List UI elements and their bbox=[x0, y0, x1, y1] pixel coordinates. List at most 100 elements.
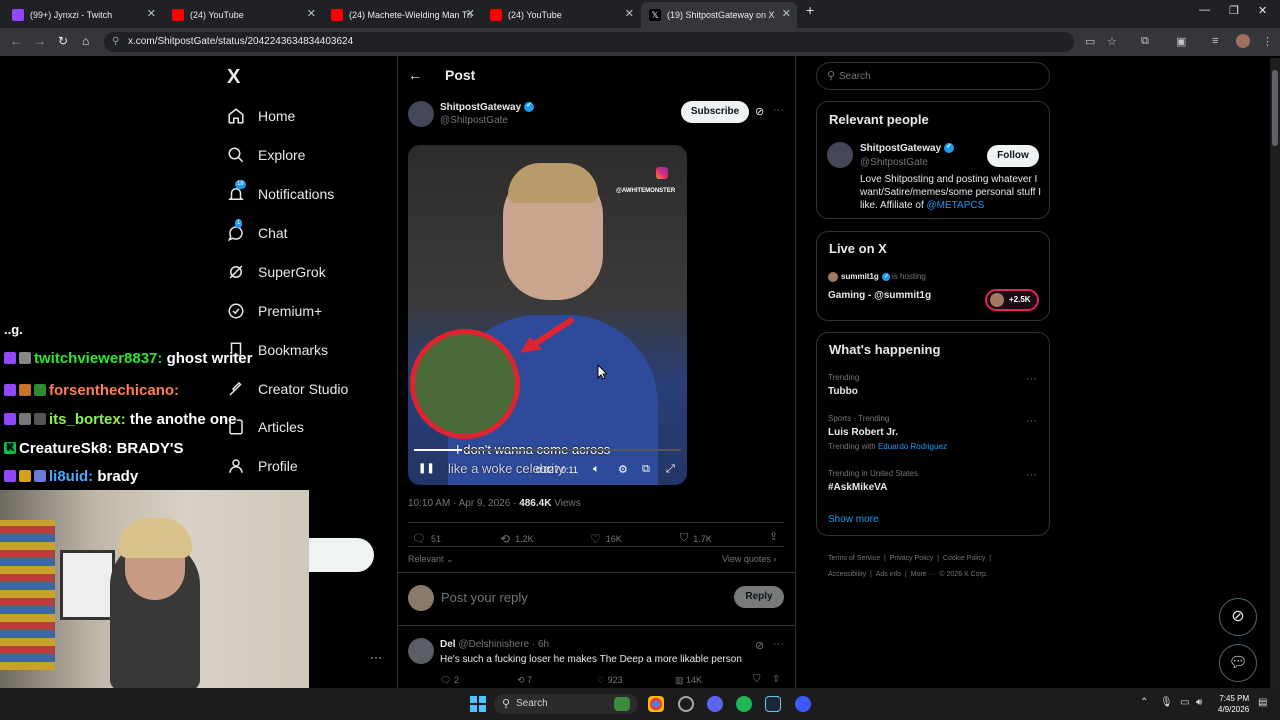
menu-icon[interactable]: ⋮ bbox=[1262, 35, 1273, 48]
discord-icon[interactable] bbox=[707, 696, 723, 712]
volume-icon[interactable]: 🔈︎ bbox=[593, 463, 600, 476]
steam-icon[interactable] bbox=[765, 696, 781, 712]
pip-icon[interactable]: ⧉ bbox=[642, 463, 650, 476]
footer-link[interactable]: More ··· bbox=[911, 571, 936, 578]
reply-author[interactable]: Del @Delshinishere · 6h bbox=[440, 639, 549, 650]
post-button[interactable] bbox=[309, 538, 374, 572]
github-icon[interactable] bbox=[678, 696, 694, 712]
browser-tab-active[interactable]: 𝕏 (19) ShitpostGateway on X ✕ bbox=[641, 2, 797, 28]
space-title[interactable]: Gaming - @summit1g bbox=[828, 290, 931, 301]
footer-link[interactable]: Privacy Policy bbox=[890, 555, 934, 562]
url-bar[interactable]: ⚲ x.com/ShitpostGate/status/204224363483… bbox=[104, 32, 1074, 52]
nav-premium[interactable]: Premium+ bbox=[227, 296, 322, 326]
forward-icon[interactable]: → bbox=[34, 34, 46, 48]
search-box[interactable]: ⚲ Search bbox=[816, 62, 1050, 90]
video-player[interactable]: @AWHITEMONSTER I don't wanna come across… bbox=[408, 145, 687, 485]
video-progress-track[interactable] bbox=[414, 449, 681, 451]
window-close-icon[interactable]: ✕ bbox=[1258, 4, 1267, 17]
view-quotes-link[interactable]: View quotes › bbox=[722, 554, 776, 564]
show-more-link[interactable]: Show more bbox=[828, 514, 879, 525]
site-info-icon[interactable]: ⚲ bbox=[112, 32, 119, 52]
chevron-up-icon[interactable]: ⌃ bbox=[1140, 697, 1148, 708]
grok-icon[interactable]: ⊘ bbox=[755, 639, 764, 652]
new-tab-icon[interactable]: + bbox=[806, 2, 814, 18]
more-icon[interactable]: ··· bbox=[370, 650, 382, 664]
more-options-icon[interactable]: ··· bbox=[1026, 415, 1037, 427]
reply-input[interactable]: Post your reply bbox=[441, 590, 528, 605]
share-icon[interactable]: ⇪ bbox=[772, 674, 780, 685]
avatar[interactable] bbox=[827, 142, 853, 168]
nav-articles[interactable]: Articles bbox=[227, 412, 304, 442]
extensions-icon[interactable]: ⧉ bbox=[1141, 35, 1149, 48]
grok-icon[interactable]: ⊘ bbox=[755, 105, 764, 118]
footer-link[interactable]: Ads info bbox=[876, 571, 901, 578]
windows-start-icon[interactable] bbox=[470, 696, 486, 712]
trend-name[interactable]: Luis Robert Jr. bbox=[828, 427, 898, 438]
footer-link[interactable]: Accessibility bbox=[828, 571, 866, 578]
reload-icon[interactable]: ↻ bbox=[58, 34, 68, 48]
nav-chat[interactable]: 1 Chat bbox=[227, 218, 288, 248]
bookmark-icon[interactable]: ⛉ bbox=[753, 674, 761, 685]
reply-views-stat[interactable]: ▥ 14K bbox=[675, 675, 702, 686]
spotify-icon[interactable] bbox=[736, 696, 752, 712]
sidebar-icon[interactable]: ▣ bbox=[1176, 35, 1186, 48]
trend-name[interactable]: #AskMikeVA bbox=[828, 482, 887, 493]
more-options-icon[interactable]: ··· bbox=[1026, 469, 1037, 481]
close-icon[interactable]: ✕ bbox=[147, 7, 156, 20]
chrome-icon[interactable] bbox=[648, 696, 664, 712]
reply-stat[interactable]: 🗨︎ 51 bbox=[412, 532, 441, 545]
app-icon[interactable] bbox=[795, 696, 811, 712]
follow-button[interactable]: Follow bbox=[987, 145, 1039, 167]
scrollbar[interactable] bbox=[1270, 58, 1280, 688]
author-avatar[interactable] bbox=[408, 101, 434, 127]
close-icon[interactable]: ✕ bbox=[625, 7, 634, 20]
more-options-icon[interactable]: ··· bbox=[1026, 373, 1037, 385]
taskbar-clock[interactable]: 7:45 PM 4/9/2026 bbox=[1218, 693, 1249, 715]
x-logo[interactable]: X bbox=[227, 66, 240, 89]
scrollbar-thumb[interactable] bbox=[1272, 70, 1278, 146]
microphone-icon[interactable]: 🎙︎ bbox=[1160, 697, 1173, 708]
author-name[interactable]: ShitpostGateway bbox=[440, 101, 535, 113]
bio-link[interactable]: @METAPCS bbox=[927, 200, 985, 211]
reply-repost-stat[interactable]: ⟲ 7 bbox=[517, 675, 532, 686]
more-options-icon[interactable]: ··· bbox=[773, 638, 784, 650]
cast-icon[interactable]: ▭ bbox=[1085, 35, 1095, 48]
subscribe-button[interactable]: Subscribe bbox=[681, 101, 749, 123]
trend-name[interactable]: Tubbo bbox=[828, 386, 858, 397]
nav-explore[interactable]: Explore bbox=[227, 140, 305, 170]
messages-float-button[interactable]: 💬︎ bbox=[1219, 644, 1257, 682]
share-icon[interactable]: ⇪ bbox=[769, 530, 778, 543]
star-icon[interactable]: ☆ bbox=[1107, 35, 1117, 48]
back-icon[interactable]: ← bbox=[10, 34, 22, 48]
speaker-icon[interactable]: 🔊︎ bbox=[1196, 697, 1202, 708]
browser-tab[interactable]: (24) YouTube ✕ bbox=[164, 2, 322, 28]
reply-button[interactable]: Reply bbox=[734, 586, 784, 608]
pause-icon[interactable]: ❚❚ bbox=[418, 463, 435, 474]
grok-float-button[interactable]: ⊘ bbox=[1219, 598, 1257, 636]
footer-link[interactable]: Terms of Service bbox=[828, 555, 880, 562]
fullscreen-icon[interactable]: ⤢ bbox=[666, 463, 675, 476]
listeners-pill[interactable]: +2.5K bbox=[985, 289, 1039, 311]
sort-dropdown[interactable]: Relevant ⌄ bbox=[408, 554, 454, 565]
person-name[interactable]: ShitpostGateway bbox=[860, 142, 955, 154]
nav-notifications[interactable]: 18 Notifications bbox=[227, 179, 334, 209]
minimize-icon[interactable]: — bbox=[1199, 4, 1210, 16]
footer-link[interactable]: Cookie Policy bbox=[943, 555, 985, 562]
browser-tab[interactable]: (24) YouTube ✕ bbox=[482, 2, 640, 28]
search-input[interactable]: Search bbox=[839, 71, 871, 82]
profile-avatar[interactable] bbox=[1236, 34, 1250, 48]
repost-stat[interactable]: ⟲ 1.2K bbox=[500, 532, 534, 546]
nav-creator-studio[interactable]: Creator Studio bbox=[227, 374, 348, 404]
nav-supergrok[interactable]: SuperGrok bbox=[227, 257, 326, 287]
taskbar-search[interactable]: ⚲ Search bbox=[494, 694, 638, 714]
like-stat[interactable]: ♡ 16K bbox=[590, 532, 622, 546]
settings-icon[interactable]: ⚙ bbox=[618, 463, 628, 476]
media-icon[interactable]: ≡ bbox=[1212, 35, 1218, 47]
network-icon[interactable]: ▭ bbox=[1180, 697, 1189, 708]
close-icon[interactable]: ✕ bbox=[782, 7, 791, 20]
browser-tab[interactable]: (24) Machete-Wielding Man Tri ✕ bbox=[323, 2, 481, 28]
maximize-icon[interactable]: ❐ bbox=[1229, 4, 1239, 17]
more-options-icon[interactable]: ··· bbox=[773, 104, 784, 116]
nav-home[interactable]: Home bbox=[227, 101, 295, 131]
home-page-icon[interactable]: ⌂ bbox=[82, 34, 89, 48]
